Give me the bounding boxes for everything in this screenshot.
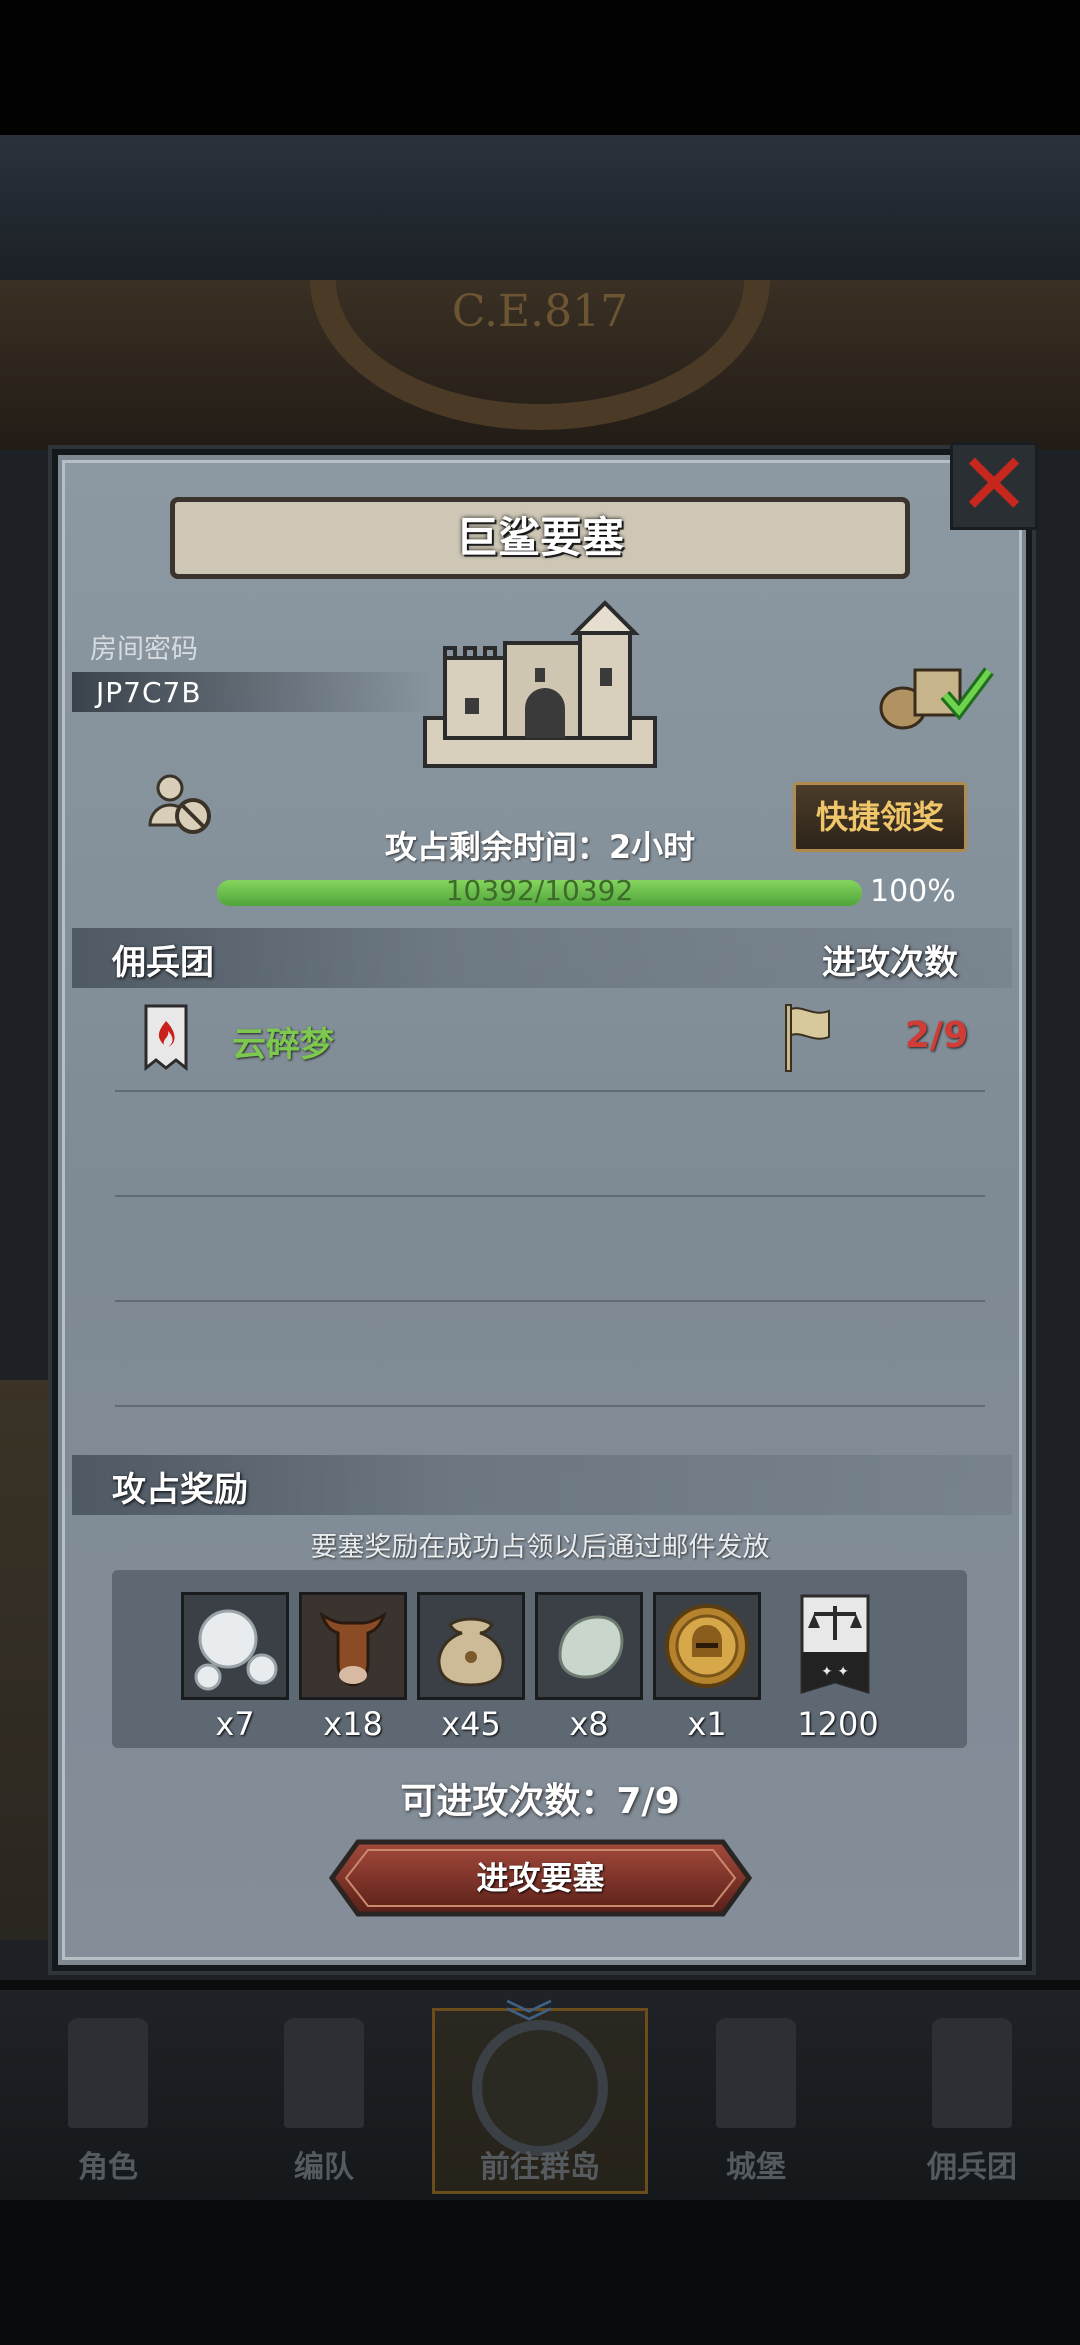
reward-item[interactable] <box>653 1592 761 1700</box>
mercenary-icon <box>932 2018 1012 2128</box>
reward-heading: 攻占奖励 <box>112 1470 248 1510</box>
stone-icon <box>538 1595 640 1697</box>
bottom-black-bar <box>0 2200 1080 2345</box>
column-header-mercenary: 佣兵团 <box>112 943 214 983</box>
occupy-time-remaining: 攻占剩余时间：2小时 <box>384 828 696 866</box>
nav-item-character[interactable]: 角色 <box>0 1990 216 2200</box>
reward-item[interactable] <box>417 1592 525 1700</box>
reward-item[interactable] <box>535 1592 643 1700</box>
money-bag-icon <box>420 1595 522 1697</box>
background-left-strip <box>0 1380 50 1940</box>
attack-fortress-label: 进攻要塞 <box>476 1859 605 1897</box>
background-band <box>0 135 1080 280</box>
castle-icon <box>423 600 657 768</box>
pearls-icon <box>184 1595 286 1697</box>
reward-note: 要塞奖励在成功占领以后通过邮件发放 <box>310 1532 770 1563</box>
close-button[interactable]: ✕ <box>950 442 1038 530</box>
reward-collected-icon[interactable] <box>875 660 1000 730</box>
svg-text:✦ ✦: ✦ ✦ <box>821 1664 849 1680</box>
reward-qty: 1200 <box>797 1705 879 1743</box>
knight-icon <box>68 2018 148 2128</box>
dialog-title: 巨鲨要塞 <box>455 513 624 562</box>
chevron-down-icon: ︾ <box>505 1996 554 2052</box>
row-divider <box>115 1195 985 1197</box>
guild-name[interactable]: 云碎梦 <box>232 1017 334 1066</box>
reward-item[interactable] <box>181 1592 289 1700</box>
row-divider <box>115 1300 985 1302</box>
nav-label: 编队 <box>294 2150 354 2185</box>
fortress-hp-text: 10392/10392 <box>445 874 634 907</box>
close-icon: ✕ <box>957 435 1031 535</box>
nav-label: 城堡 <box>726 2150 786 2185</box>
nav-label: 前往群岛 <box>480 2150 600 2185</box>
reward-item[interactable]: ✦ ✦ <box>786 1592 884 1700</box>
guild-banner-icon <box>144 1004 188 1071</box>
nav-label: 角色 <box>78 2150 138 2185</box>
reward-qty: x1 <box>687 1705 727 1743</box>
clock-year-text: C.E.817 <box>451 286 629 337</box>
flag-icon <box>785 1004 830 1072</box>
gold-helmet-coin-icon <box>656 1595 758 1697</box>
column-header-attack-count: 进攻次数 <box>822 943 958 983</box>
room-password-value: JP7C7B <box>96 676 202 709</box>
reward-item[interactable] <box>299 1592 407 1700</box>
nav-item-formation[interactable]: 编队 <box>216 1990 432 2200</box>
reward-qty: x7 <box>215 1705 255 1743</box>
room-password-label: 房间密码 <box>90 634 198 665</box>
fortress-hp-percent: 100% <box>870 874 956 909</box>
castle-icon <box>716 2018 796 2128</box>
reward-qty: x8 <box>569 1705 609 1743</box>
guild-attack-count: 2/9 <box>905 1015 969 1056</box>
background-clock: C.E.817 <box>0 280 1080 450</box>
row-divider <box>115 1405 985 1407</box>
reward-qty: x18 <box>323 1705 383 1743</box>
nav-item-castle[interactable]: 城堡 <box>648 1990 864 2200</box>
cow-icon <box>302 1595 404 1697</box>
helmet-icon <box>284 2018 364 2128</box>
scales-banner-icon: ✦ ✦ <box>800 1594 870 1695</box>
nav-item-mercenary[interactable]: 佣兵团 <box>864 1990 1080 2200</box>
attempts-remaining: 可进攻次数：7/9 <box>400 1781 680 1822</box>
nav-label: 佣兵团 <box>927 2150 1017 2185</box>
reward-qty: x45 <box>441 1705 501 1743</box>
top-black-bar <box>0 0 1080 135</box>
row-divider <box>115 1090 985 1092</box>
